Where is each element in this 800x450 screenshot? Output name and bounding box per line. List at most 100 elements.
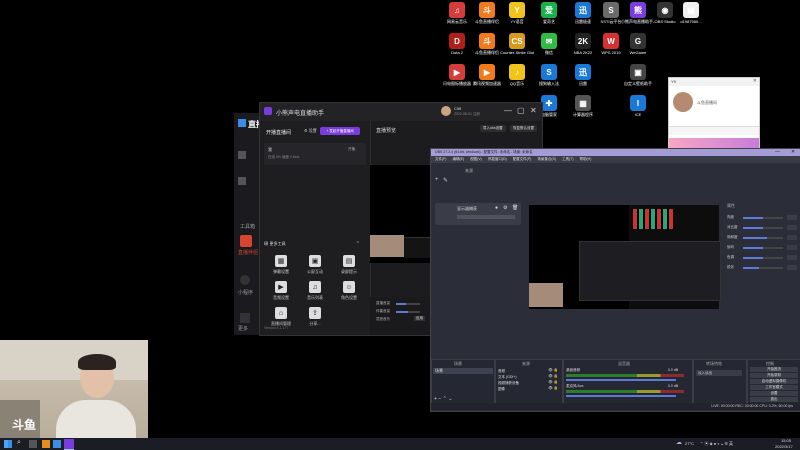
desktop-icon[interactable]: 爱爱奇艺 [532, 2, 566, 24]
desktop-icon[interactable]: S 搜狗输入法 [532, 64, 566, 86]
desktop-icon[interactable]: ▦ 计算器程序 [566, 95, 600, 117]
source-list-item[interactable]: 音频 👁 🔒 [498, 368, 560, 373]
obs-menu-item[interactable]: 文件(F) [435, 157, 446, 162]
settings-button[interactable]: ⚙ 设置 [304, 128, 317, 134]
left-side-app-icon[interactable] [240, 275, 250, 285]
desktop-icon[interactable]: ▣ 自定义壁纸助手 [621, 64, 655, 86]
property-spinbox[interactable] [787, 215, 797, 220]
taskbar-app-4[interactable] [64, 439, 74, 450]
tray-icons[interactable]: ⌃ ▣ ◈ ● ◐ ◒ ☰ 英 [700, 441, 733, 447]
mixer-slider-desktop[interactable] [566, 379, 676, 381]
tool-item[interactable]: ▤ 录屏提示 [332, 255, 366, 275]
weather-icon[interactable]: ☁ [676, 439, 682, 446]
property-spinbox[interactable] [787, 225, 797, 230]
taskbar-app-2[interactable] [42, 440, 50, 448]
desktop-icon[interactable]: ♫ 网易云音乐 [440, 2, 474, 24]
property-spinbox[interactable] [787, 265, 797, 270]
desktop-icon[interactable]: ▶ 腾讯视频加速器 [470, 64, 504, 86]
property-slider[interactable] [743, 267, 783, 269]
obs-control-button[interactable]: 设置 [750, 391, 798, 396]
tool-item[interactable]: ☺ 角色设置 [332, 281, 366, 301]
taskbar-app-1[interactable] [29, 440, 37, 448]
desktop-icon[interactable]: ♪ QQ音乐 [500, 64, 534, 86]
tool-item[interactable]: ▦ 弹幕设置 [264, 255, 298, 275]
obs-preview[interactable] [529, 205, 721, 309]
tool-item[interactable]: ♫ 音乐列表 [298, 281, 332, 301]
room-live-button[interactable]: 开播 [348, 147, 355, 152]
volume-slider-accomp[interactable] [396, 311, 420, 313]
chat-tabs[interactable] [669, 126, 759, 135]
obs-menu-item[interactable]: 场景集合(S) [537, 157, 556, 162]
delete-icon[interactable]: 🗑 [512, 205, 518, 211]
add-icon[interactable]: + [435, 177, 439, 183]
close-icon[interactable]: ✕ [753, 78, 757, 84]
obs-menu-item[interactable]: 停靠窗口(D) [488, 157, 507, 162]
left-side-item-live[interactable]: 直播伴侣 [238, 249, 258, 256]
visibility-icon[interactable]: ● [495, 205, 498, 211]
close-icon[interactable]: ✕ [791, 149, 795, 155]
tool-item[interactable]: ⇪ 分享... [298, 307, 332, 327]
search-icon[interactable]: ⌕ [17, 439, 21, 447]
minimize-icon[interactable]: — [504, 106, 512, 115]
desktop-icon[interactable]: ▤ d1987960... [674, 2, 708, 24]
transition-select[interactable]: 淡入淡出 [696, 370, 742, 376]
mixer-slider-mic[interactable] [566, 395, 676, 397]
tool-item[interactable]: ▣ 公屏互动 [298, 255, 332, 275]
property-slider[interactable] [743, 237, 783, 239]
apply-button[interactable]: 应用 [414, 316, 425, 321]
desktop-icon[interactable]: I ICE [621, 95, 655, 117]
source-list-item[interactable]: 图像 👁 🔒 [498, 386, 560, 391]
source-list-item[interactable]: 视频捕获设备 👁 🔒 [498, 380, 560, 385]
visibility-icon[interactable]: 👁 🔒 [548, 374, 558, 378]
left-side-item-more[interactable]: 更多 [238, 325, 248, 332]
maximize-icon[interactable]: ▢ [517, 106, 525, 115]
obs-control-button[interactable]: 退出 [750, 397, 798, 402]
tool-item[interactable]: ▶ 音频设置 [264, 281, 298, 301]
minimize-icon[interactable]: — [775, 149, 780, 155]
visibility-icon[interactable]: 👁 🔒 [548, 380, 558, 384]
desktop-icon[interactable]: ▶ 闪电图标播放器 [440, 64, 474, 86]
scene-item[interactable]: 场景 [433, 368, 493, 374]
obs-control-button[interactable]: 开始录制 [750, 373, 798, 378]
start-live-button[interactable]: + 发起开播直播间 [320, 127, 360, 135]
left-side-icon-a[interactable] [238, 151, 246, 159]
property-slider[interactable] [743, 217, 783, 219]
obs-menu-item[interactable]: 工具(T) [562, 157, 573, 162]
close-icon[interactable]: ✕ [530, 106, 537, 115]
desktop-icon[interactable]: 斗斗鱼直播伴侣 [470, 33, 504, 55]
settings-icon[interactable]: ⚙ [503, 205, 507, 211]
obs-menu-item[interactable]: 视图(V) [470, 157, 482, 162]
desktop-icon[interactable]: ✉ 微信 [532, 33, 566, 55]
taskbar-app-3[interactable] [53, 440, 61, 448]
left-side-more-icon[interactable] [240, 313, 250, 323]
left-side-live-icon[interactable] [240, 235, 252, 247]
room-card[interactable]: 我 在线 0% 速度 0 kb/s 开播 [264, 143, 366, 165]
obs-menu-item[interactable]: 配置文件(P) [513, 157, 532, 162]
left-side-icon-b[interactable] [238, 177, 246, 185]
property-slider[interactable] [743, 247, 783, 249]
obs-control-button[interactable]: 工作室模式 [750, 385, 798, 390]
source-card[interactable]: 显示器捕获 ● ⚙ 🗑 [435, 203, 521, 225]
avatar[interactable] [441, 106, 451, 116]
reset-button[interactable]: 恢复默认设置 [510, 125, 537, 132]
property-slider[interactable] [743, 227, 783, 229]
property-spinbox[interactable] [787, 235, 797, 240]
desktop-icon[interactable]: Y YY语音 [500, 2, 534, 24]
obs-control-button[interactable]: 开始推流 [750, 367, 798, 372]
left-side-item-mini[interactable]: 小程序 [238, 289, 253, 296]
add-scene-icon[interactable]: + − ⌃ ⌄ [434, 396, 452, 402]
desktop-icon[interactable]: CSCounter-Strike Global Off... [500, 33, 534, 55]
left-side-item-tools[interactable]: 工具箱 [240, 223, 255, 230]
chevron-up-icon[interactable]: ⌃ [356, 241, 360, 247]
obs-control-button[interactable]: 启动虚拟摄像机 [750, 379, 798, 384]
visibility-icon[interactable]: 👁 🔒 [548, 386, 558, 390]
property-spinbox[interactable] [787, 245, 797, 250]
start-icon[interactable] [4, 440, 12, 448]
desktop-icon[interactable]: 迅迅雷 [566, 64, 600, 86]
desktop-icon[interactable]: G WeGame [621, 33, 655, 55]
tool-item[interactable]: ⌂ 直播间管理 [264, 307, 298, 327]
desktop-icon[interactable]: 斗斗鱼直播伴侣 [470, 2, 504, 24]
obs-menu-item[interactable]: 编辑(E) [452, 157, 464, 162]
source-list-item[interactable]: 文本 (GDI+) 👁 🔒 [498, 374, 560, 379]
property-slider[interactable] [743, 257, 783, 259]
